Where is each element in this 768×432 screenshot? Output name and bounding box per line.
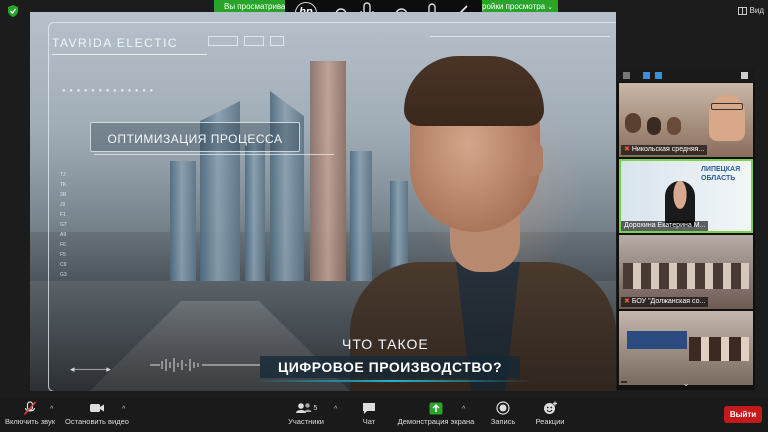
unmute-button[interactable]: Включить звук <box>4 400 56 430</box>
shield-icon[interactable] <box>6 4 20 18</box>
scale-tick: G3 <box>60 272 67 278</box>
scale-tick: A9 <box>60 232 67 238</box>
hud-divider <box>94 154 334 160</box>
share-screen-icon <box>429 402 443 414</box>
video-camera-icon <box>90 404 104 412</box>
leave-button[interactable]: Выйти <box>724 406 762 423</box>
muted-mic-icon: ✖ <box>624 146 630 153</box>
smiley-plus-icon <box>544 401 557 414</box>
meeting-toolbar: Включить звук ^ Остановить видео ^ 5 Уча… <box>0 398 768 432</box>
participant-tile[interactable]: ✖ Никольская средняя... <box>619 83 753 157</box>
record-button[interactable]: Запись <box>488 400 518 430</box>
hud-chip <box>270 36 284 46</box>
hud-dots: ● ● ● ● ● ● ● ● ● ● ● ● ● <box>62 88 155 94</box>
reactions-label: Реакции <box>535 417 565 426</box>
grid-view-icon <box>737 6 747 15</box>
brand-title: TAVRIDA ELECTIC <box>52 36 179 50</box>
scale-tick: G7 <box>60 222 67 228</box>
participants-button[interactable]: 5 Участники <box>284 400 328 430</box>
participant-figure <box>667 117 681 135</box>
record-label: Запись <box>490 417 516 426</box>
zoom-meeting-window: Вы просматриваете ройки просмотра⌄ hp <box>0 0 768 432</box>
hud-chip <box>208 36 238 46</box>
caption-underline <box>252 380 532 382</box>
record-icon <box>496 401 510 415</box>
expand-icon[interactable] <box>741 72 748 79</box>
question-caption: ЧТО ТАКОЕ ЦИФРОВОЕ ПРОИЗВОДСТВО? <box>252 332 532 382</box>
hud-divider <box>430 36 610 37</box>
reactions-button[interactable]: Реакции <box>532 400 568 430</box>
scale-tick: J9 <box>60 202 66 208</box>
participant-figure <box>709 95 745 141</box>
background-map: ЛИПЕЦКАЯ ОБЛАСТЬ <box>701 166 741 182</box>
share-options-caret-icon[interactable]: ^ <box>462 406 465 413</box>
chat-icon <box>363 402 375 414</box>
scale-tick: C9 <box>60 262 67 268</box>
participant-name: ✖ Никольская средняя... <box>621 145 708 155</box>
chat-button[interactable]: Чат <box>356 400 382 430</box>
hud-arrow-icon: ◂─────▸ <box>70 364 111 374</box>
participant-group <box>623 263 749 289</box>
muted-mic-icon: ✖ <box>624 298 630 305</box>
scale-tick: F6 <box>60 242 66 248</box>
skyscraper <box>170 161 196 301</box>
shared-video[interactable]: TAVRIDA ELECTIC ● ● ● ● ● ● ● ● ● ● ● ● … <box>30 12 616 391</box>
participants-icon <box>295 403 312 413</box>
chat-label: Чат <box>362 417 376 426</box>
participant-figure <box>627 331 687 349</box>
hud-scale: TJ TK 3R J9 F1 G7 A9 F6 F5 C9 G3 <box>60 170 67 280</box>
minimize-icon[interactable] <box>623 72 630 79</box>
hud-chip <box>244 36 264 46</box>
gallery-view-icon[interactable] <box>655 72 662 79</box>
person-ear <box>525 142 543 176</box>
gallery-header <box>617 68 755 82</box>
view-label: Вид <box>749 6 764 15</box>
participant-tile[interactable]: ✖ БОУ "Должанская со... <box>619 235 753 309</box>
hud-divider <box>52 54 207 55</box>
participant-group <box>689 337 749 361</box>
scale-tick: F5 <box>60 252 66 258</box>
participant-tile-active[interactable]: ЛИПЕЦКАЯ ОБЛАСТЬ Дорохина Екатерина М... <box>619 159 753 233</box>
glasses-icon <box>711 103 743 110</box>
question-line-1: ЧТО ТАКОЕ <box>342 336 429 352</box>
person-hair <box>404 56 544 126</box>
chevron-down-icon[interactable]: ⌄ <box>617 376 755 390</box>
skyscraper <box>245 141 265 301</box>
participant-figure <box>647 117 661 135</box>
participant-gallery: ✖ Никольская средняя... ЛИПЕЦКАЯ ОБЛАСТЬ Д… <box>617 68 755 390</box>
view-button[interactable]: Вид <box>737 3 764 19</box>
stop-video-button[interactable]: Остановить видео <box>64 400 130 430</box>
chevron-down-icon: ⌄ <box>547 4 553 11</box>
share-screen-button[interactable]: Демонстрация экрана <box>396 400 476 430</box>
participant-figure <box>625 113 641 133</box>
participants-count: 5 <box>313 404 318 412</box>
audio-wave-graphic <box>150 358 260 372</box>
view-options-label: ройки просмотра <box>482 2 546 11</box>
participant-name: Дорохина Екатерина М... <box>621 221 709 231</box>
scale-tick: 3R <box>60 192 67 198</box>
muted-mic-icon <box>23 400 37 415</box>
question-line-2: ЦИФРОВОЕ ПРОИЗВОДСТВО? <box>260 356 520 378</box>
skyscraper <box>310 61 346 301</box>
participant-tile[interactable] <box>619 311 753 385</box>
scale-tick: TJ <box>60 172 66 178</box>
skyscraper <box>350 151 372 301</box>
stop-video-label: Остановить видео <box>65 417 129 426</box>
speaker-view-icon[interactable] <box>643 72 650 79</box>
share-screen-label: Демонстрация экрана <box>397 417 475 426</box>
scale-tick: F1 <box>60 212 66 218</box>
unmute-label: Включить звук <box>4 417 56 426</box>
audio-options-caret-icon[interactable]: ^ <box>50 406 53 413</box>
participants-options-caret-icon[interactable]: ^ <box>334 406 337 413</box>
participants-label: Участники <box>288 417 324 426</box>
participant-name: ✖ БОУ "Должанская со... <box>621 297 709 307</box>
process-label: ОПТИМИЗАЦИЯ ПРОЦЕССА <box>107 132 283 146</box>
scale-tick: TK <box>60 182 67 188</box>
video-options-caret-icon[interactable]: ^ <box>122 406 125 413</box>
